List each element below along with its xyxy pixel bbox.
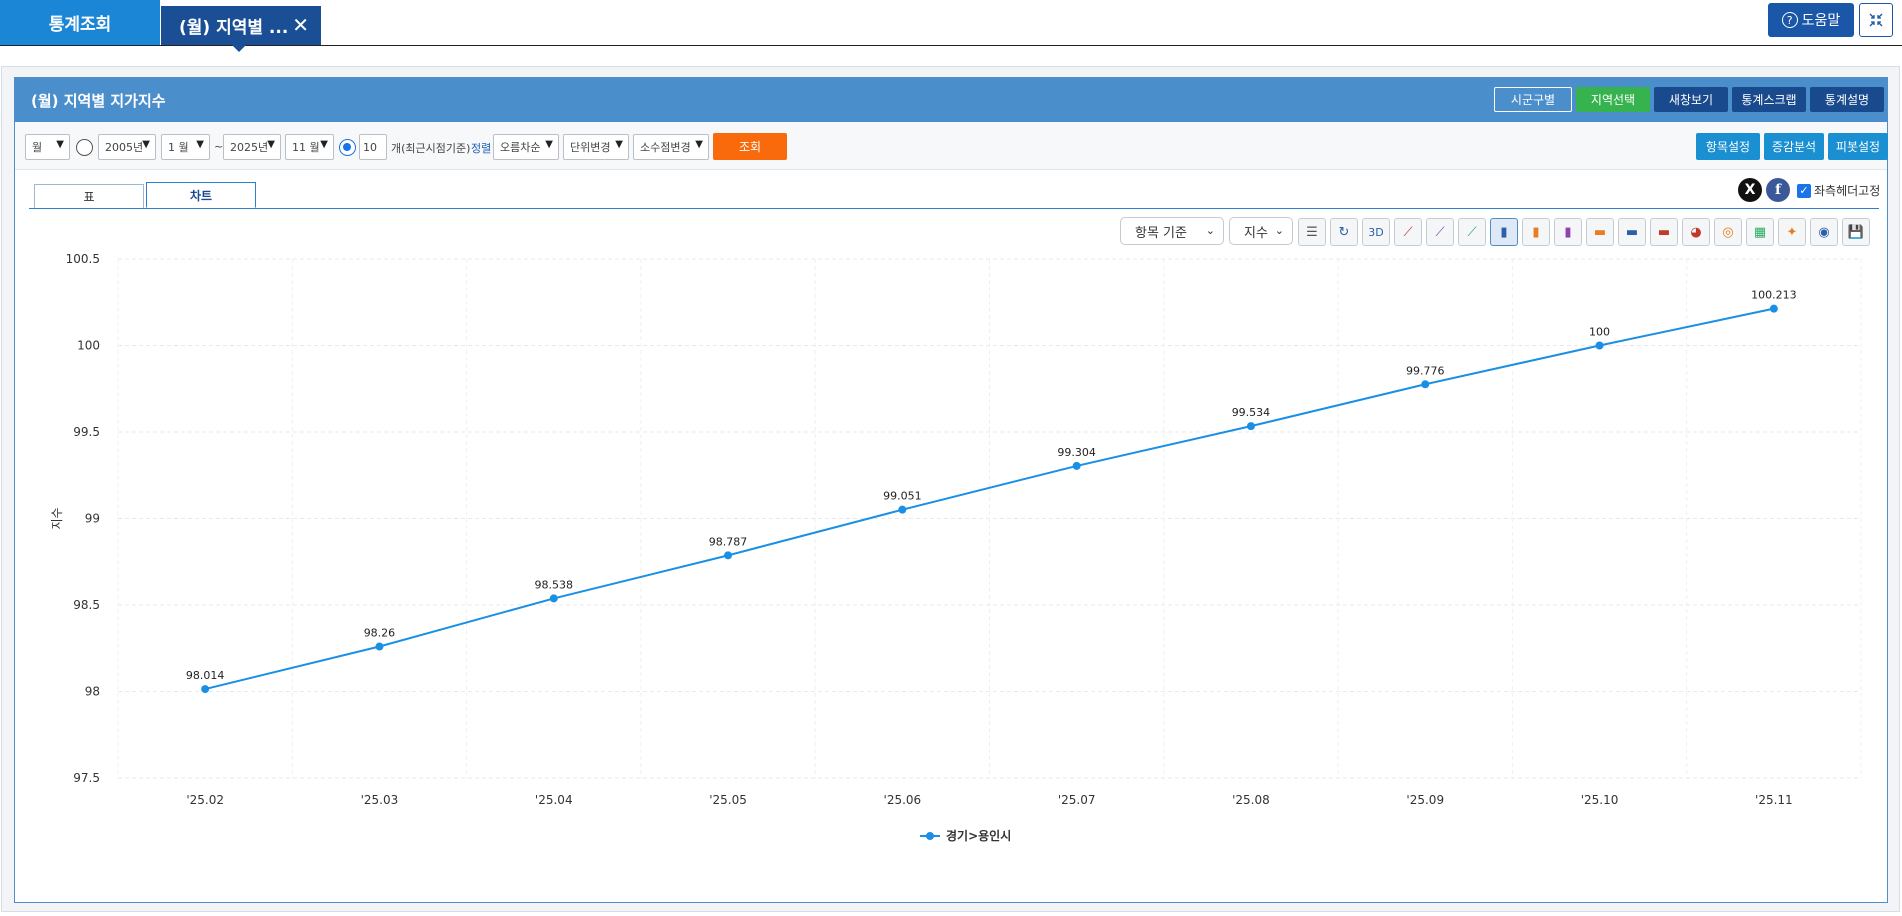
data-label: 99.304 (1057, 446, 1096, 459)
y-tick-label: 99.5 (73, 425, 100, 439)
data-label: 98.787 (709, 535, 748, 548)
x-tick-label: '25.09 (1406, 793, 1444, 807)
x-tick-label: '25.06 (884, 793, 922, 807)
tab-pointer (232, 45, 246, 52)
question-icon: ? (1781, 12, 1798, 28)
line-chart: 97.5 98 98.5 99 99.5 100 100.5 '25.02 '25.03 '25.… (50, 252, 1862, 843)
data-label: 99.051 (883, 490, 922, 503)
collapse-icon[interactable] (1859, 3, 1893, 37)
y-tick-label: 100.5 (66, 252, 100, 266)
data-point (724, 551, 733, 560)
legend-label: 경기>용인시 (946, 828, 1011, 843)
data-label: 100 (1589, 326, 1610, 339)
data-point (201, 685, 210, 694)
data-label: 99.776 (1406, 364, 1445, 377)
stat-panel: (월) 지역별 지가지수 시군구별 지역선택 새창보기 통계스크랩 통계설명 월… (14, 77, 1888, 903)
close-icon[interactable]: ✕ (292, 13, 309, 37)
data-label: 98.538 (535, 578, 574, 591)
x-tick-label: '25.04 (535, 793, 573, 807)
x-tick-label: '25.05 (709, 793, 747, 807)
legend-marker (926, 832, 934, 840)
x-tick-label: '25.11 (1755, 793, 1793, 807)
help-label: 도움말 (1801, 13, 1841, 29)
y-tick-label: 98.5 (73, 598, 100, 612)
x-tick-label: '25.10 (1581, 793, 1619, 807)
data-point (375, 642, 384, 651)
data-label: 100.213 (1751, 289, 1797, 302)
content-frame: (월) 지역별 지가지수 시군구별 지역선택 새창보기 통계스크랩 통계설명 월… (1, 66, 1900, 912)
data-label: 99.534 (1232, 406, 1271, 419)
data-point (1769, 304, 1778, 313)
data-label: 98.26 (364, 627, 396, 640)
x-tick-label: '25.08 (1232, 793, 1270, 807)
tab-statistics-search[interactable]: 통계조회 (0, 0, 160, 45)
tab-regional-land-price-label: (월) 지역별 ... (179, 18, 289, 38)
y-tick-label: 100 (77, 339, 100, 353)
data-label: 98.014 (186, 669, 225, 682)
data-point (1246, 422, 1255, 431)
y-axis-label: 지수 (50, 507, 64, 529)
x-tick-label: '25.03 (361, 793, 399, 807)
x-tick-label: '25.07 (1058, 793, 1096, 807)
help-button[interactable]: ? 도움말 (1768, 3, 1854, 37)
data-point (549, 594, 558, 603)
x-tick-label: '25.02 (186, 793, 224, 807)
top-tab-bar: 통계조회 (월) 지역별 ... ✕ ? 도움말 (0, 0, 1902, 52)
tab-regional-land-price[interactable]: (월) 지역별 ... ✕ (161, 6, 321, 45)
y-tick-label: 97.5 (73, 771, 100, 785)
data-point (1421, 380, 1430, 389)
data-point (1595, 341, 1604, 350)
data-point (898, 505, 907, 514)
data-point (1072, 461, 1081, 470)
y-tick-label: 98 (85, 685, 100, 699)
y-tick-label: 99 (85, 512, 100, 526)
